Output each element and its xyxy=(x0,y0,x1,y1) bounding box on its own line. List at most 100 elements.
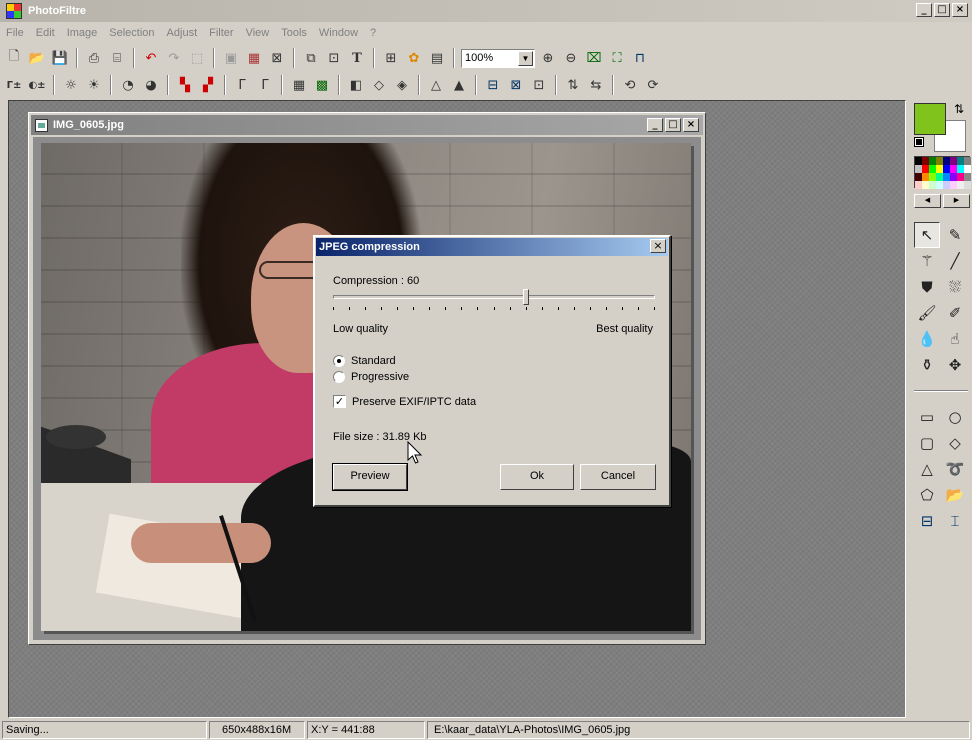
palette-swatch[interactable] xyxy=(922,173,929,181)
image-close-button[interactable]: × xyxy=(683,118,699,132)
palette-icon[interactable]: ▦ xyxy=(244,48,264,68)
palette-swatch[interactable] xyxy=(957,173,964,181)
auto-contrast-icon[interactable]: ◐± xyxy=(27,75,47,95)
menu-filter[interactable]: Filter xyxy=(203,27,239,39)
dialog-title-bar[interactable]: JPEG compression xyxy=(316,238,668,256)
palette-swatch[interactable] xyxy=(964,157,971,165)
palette-swatch[interactable] xyxy=(936,157,943,165)
plugin-icon[interactable]: ✿ xyxy=(404,48,424,68)
preserve-exif-checkbox[interactable]: ✓ xyxy=(333,395,346,408)
close-button[interactable]: × xyxy=(952,3,968,17)
zoom-select[interactable]: 100% ▼ xyxy=(461,48,535,68)
gamma-plus-icon[interactable]: Γ xyxy=(255,75,275,95)
ok-button[interactable]: Ok xyxy=(500,464,574,490)
undo-icon[interactable]: ↶ xyxy=(141,48,161,68)
blur-icon[interactable]: ◇ xyxy=(369,75,389,95)
fit-icon[interactable]: ⌧ xyxy=(584,48,604,68)
palette-swatch[interactable] xyxy=(943,157,950,165)
clipboard-icon[interactable]: ⧉ xyxy=(301,48,321,68)
palette-swatch[interactable] xyxy=(936,173,943,181)
palette-prev-button[interactable]: ◀ xyxy=(914,194,941,208)
grayscale-icon[interactable]: ◧ xyxy=(346,75,366,95)
new-icon[interactable]: 🗋 xyxy=(4,48,24,68)
menu-image[interactable]: Image xyxy=(61,27,104,39)
open-shape-icon[interactable]: 📂 xyxy=(942,482,968,508)
progressive-radio[interactable] xyxy=(333,371,345,383)
window-icon[interactable]: ▤ xyxy=(427,48,447,68)
effect3-icon[interactable]: ⊡ xyxy=(529,75,549,95)
image-size-icon[interactable]: ▣ xyxy=(221,48,241,68)
flip-icon[interactable]: ⇅ xyxy=(563,75,583,95)
palette-swatch[interactable] xyxy=(964,173,971,181)
image-maximize-button[interactable]: □ xyxy=(665,118,681,132)
palette-next-button[interactable]: ▶ xyxy=(943,194,970,208)
palette-swatch[interactable] xyxy=(929,157,936,165)
palette-swatch[interactable] xyxy=(964,181,971,189)
palette-swatch[interactable] xyxy=(915,181,922,189)
emboss-icon[interactable]: ▲ xyxy=(449,75,469,95)
trash-icon[interactable]: ⊠ xyxy=(267,48,287,68)
palette-swatch[interactable] xyxy=(929,165,936,173)
compression-slider-thumb[interactable] xyxy=(523,289,530,305)
menu-tools[interactable]: Tools xyxy=(275,27,313,39)
palette-swatch[interactable] xyxy=(957,181,964,189)
saturation-plus-icon[interactable]: ▞ xyxy=(198,75,218,95)
mosaic-icon[interactable]: ▩ xyxy=(312,75,332,95)
blur-drop-icon[interactable]: 💧 xyxy=(914,326,940,352)
selection-arrow-icon[interactable]: ↖ xyxy=(914,222,940,248)
palette-swatch[interactable] xyxy=(922,157,929,165)
palette-swatch[interactable] xyxy=(922,181,929,189)
menu-selection[interactable]: Selection xyxy=(103,27,160,39)
brightness-plus-icon[interactable]: ☀ xyxy=(84,75,104,95)
palette-swatch[interactable] xyxy=(936,165,943,173)
stamp-icon[interactable]: ⚱ xyxy=(914,352,940,378)
color-picker-icon[interactable]: ✎ xyxy=(942,222,968,248)
grid-icon[interactable]: ▦ xyxy=(289,75,309,95)
ellipse-icon[interactable]: ○ xyxy=(942,404,968,430)
palette-swatch[interactable] xyxy=(950,181,957,189)
soften-icon[interactable]: △ xyxy=(426,75,446,95)
reset-colors-icon[interactable] xyxy=(914,137,924,147)
print-icon[interactable]: ⎙ xyxy=(84,48,104,68)
mirror-icon[interactable]: ⇆ xyxy=(586,75,606,95)
palette-swatch[interactable] xyxy=(957,165,964,173)
rotate-right-icon[interactable]: ⟳ xyxy=(643,75,663,95)
effect2-icon[interactable]: ⊠ xyxy=(506,75,526,95)
smudge-icon[interactable]: ☝ xyxy=(942,326,968,352)
palette-swatch[interactable] xyxy=(943,165,950,173)
scan-icon[interactable]: ⌸ xyxy=(107,48,127,68)
diamond-icon[interactable]: ◇ xyxy=(942,430,968,456)
contrast-plus-icon[interactable]: ◕ xyxy=(141,75,161,95)
paste-icon[interactable]: ⊡ xyxy=(324,48,344,68)
swap-colors-icon[interactable]: ⇅ xyxy=(954,102,964,116)
palette-swatch[interactable] xyxy=(936,181,943,189)
foreground-color-swatch[interactable] xyxy=(914,103,946,135)
menu-adjust[interactable]: Adjust xyxy=(161,27,204,39)
image-minimize-button[interactable]: _ xyxy=(647,118,663,132)
sharpen-icon[interactable]: ◈ xyxy=(392,75,412,95)
palette-swatch[interactable] xyxy=(915,173,922,181)
contrast-minus-icon[interactable]: ◔ xyxy=(118,75,138,95)
text-icon[interactable]: T xyxy=(347,48,367,68)
chevron-down-icon[interactable]: ▼ xyxy=(518,50,533,66)
dialog-close-button[interactable]: × xyxy=(650,239,666,253)
auto-levels-icon[interactable]: Γ± xyxy=(4,75,24,95)
preview-button[interactable]: Preview xyxy=(332,463,408,491)
fullscreen-icon[interactable]: ⛶ xyxy=(607,48,627,68)
palette-swatch[interactable] xyxy=(957,157,964,165)
palette-swatch[interactable] xyxy=(950,165,957,173)
open-icon[interactable]: 📂 xyxy=(27,48,47,68)
presentation-icon[interactable]: ⊓ xyxy=(630,48,650,68)
palette-swatch[interactable] xyxy=(929,173,936,181)
image-window-title-bar[interactable]: IMG_0605.jpg _ □ × xyxy=(31,115,703,135)
menu-view[interactable]: View xyxy=(240,27,276,39)
menu-window[interactable]: Window xyxy=(313,27,364,39)
menu-help[interactable]: ? xyxy=(364,27,382,39)
palette-swatch[interactable] xyxy=(922,165,929,173)
spray-icon[interactable]: ⛆ xyxy=(942,274,968,300)
photofiltre-app-icon[interactable] xyxy=(6,3,22,19)
preserve-exif-option[interactable]: ✓ Preserve EXIF/IPTC data xyxy=(333,395,476,408)
color-palette[interactable] xyxy=(914,156,971,189)
cancel-button[interactable]: Cancel xyxy=(580,464,656,490)
zoom-in-icon[interactable]: ⊕ xyxy=(538,48,558,68)
